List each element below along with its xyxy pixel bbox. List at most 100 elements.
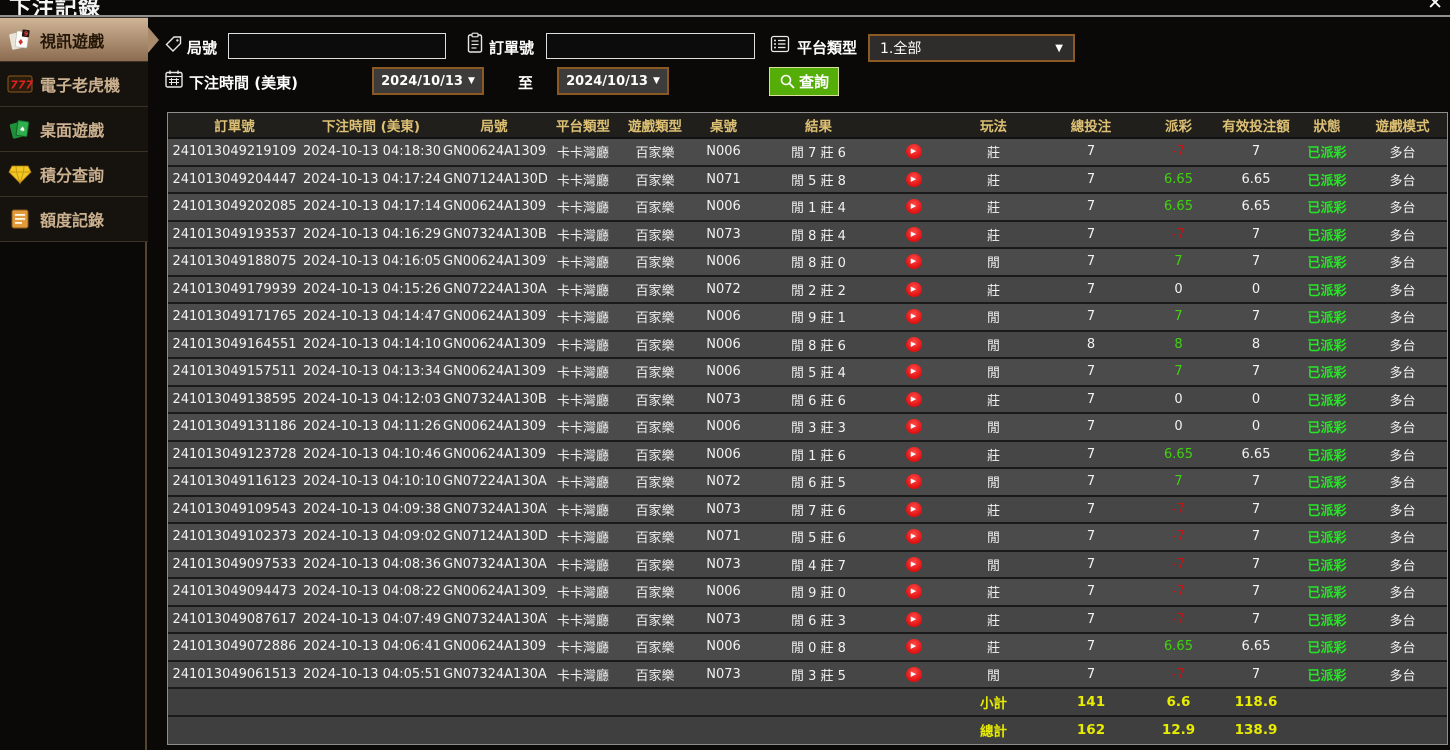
- cell-status: 已派彩: [1296, 524, 1358, 552]
- play-video-icon[interactable]: ▶: [905, 611, 922, 627]
- sidebar-item-points[interactable]: 積分查詢: [0, 152, 148, 197]
- cell-platform: 卡卡灣廳: [547, 551, 619, 579]
- date-from-picker[interactable]: 2024/10/13 ▼: [372, 67, 484, 95]
- cell-platform: 卡卡灣廳: [547, 166, 619, 194]
- order-no-input[interactable]: [546, 33, 755, 59]
- subtotal-row-total-bet: 141: [1041, 689, 1141, 717]
- cell-play_icon: ▶: [881, 496, 946, 524]
- date-to-picker[interactable]: 2024/10/13 ▼: [557, 67, 669, 95]
- cell-round: GN00624A1309S: [441, 331, 547, 359]
- col-header-play_icon: [881, 113, 946, 139]
- table-row: 241013049109543 2024-10-13 04:09:38 GN0732…: [168, 496, 1447, 524]
- col-header-total_bet: 總投注: [1041, 113, 1141, 139]
- cell-platform: 卡卡灣廳: [547, 194, 619, 222]
- cell-order: 241013049204447: [168, 166, 301, 194]
- play-video-icon[interactable]: ▶: [905, 391, 922, 407]
- play-video-icon[interactable]: ▶: [905, 199, 922, 215]
- play-video-icon[interactable]: ▶: [905, 281, 922, 297]
- search-button-label: 查詢: [798, 73, 829, 91]
- play-video-icon[interactable]: ▶: [905, 639, 922, 655]
- play-video-icon[interactable]: ▶: [905, 254, 922, 270]
- play-video-icon[interactable]: ▶: [905, 364, 922, 380]
- cell-game: 百家樂: [619, 469, 691, 497]
- cell-play_icon: ▶: [881, 551, 946, 579]
- sidebar-item-video-games[interactable]: 9 ♦ 視訊遊戲: [0, 17, 148, 62]
- grand-total-row-label: 總計: [946, 716, 1041, 744]
- play-video-icon[interactable]: ▶: [905, 666, 922, 682]
- cell-play: 莊: [946, 221, 1041, 249]
- cell-table_no: N006: [691, 194, 756, 222]
- cell-game: 百家樂: [619, 386, 691, 414]
- table-row: 241013049164551 2024-10-13 04:14:10 GN0062…: [168, 331, 1447, 359]
- sidebar-item-table-games[interactable]: ♠ 桌面遊戲: [0, 107, 148, 152]
- cell-time: 2024-10-13 04:16:29: [301, 221, 441, 249]
- play-video-icon[interactable]: ▶: [905, 309, 922, 325]
- play-video-icon[interactable]: ▶: [905, 419, 922, 435]
- cell-time: 2024-10-13 04:17:14: [301, 194, 441, 222]
- col-header-result: 結果: [756, 113, 881, 139]
- sidebar-item-slots[interactable]: 777 電子老虎機: [0, 62, 148, 107]
- cell-table_no: N006: [691, 139, 756, 167]
- chevron-down-icon: ▼: [467, 76, 475, 86]
- cell-play_icon: ▶: [881, 139, 946, 167]
- col-header-table_no: 桌號: [691, 113, 756, 139]
- grand-total-row-valid-bet: 138.9: [1216, 716, 1296, 744]
- play-video-icon[interactable]: ▶: [905, 446, 922, 462]
- play-video-icon[interactable]: ▶: [905, 529, 922, 545]
- cell-table_no: N006: [691, 441, 756, 469]
- cell-mode: 多台: [1358, 359, 1447, 387]
- col-header-order: 訂單號: [168, 113, 301, 139]
- cell-play: 莊: [946, 139, 1041, 167]
- cell-total_bet: 7: [1041, 551, 1141, 579]
- cell-play_icon: ▶: [881, 194, 946, 222]
- cell-total_bet: 7: [1041, 661, 1141, 689]
- cell-platform: 卡卡灣廳: [547, 661, 619, 689]
- grand-total-row-spacer: [168, 716, 946, 744]
- cell-platform: 卡卡灣廳: [547, 441, 619, 469]
- cell-play_icon: ▶: [881, 579, 946, 607]
- col-header-game: 遊戲類型: [619, 113, 691, 139]
- cell-mode: 多台: [1358, 441, 1447, 469]
- svg-text:♠: ♠: [19, 125, 26, 134]
- cell-time: 2024-10-13 04:09:02: [301, 524, 441, 552]
- cell-payout: 8: [1141, 331, 1216, 359]
- round-no-input[interactable]: [228, 33, 446, 59]
- sidebar-item-quota-records[interactable]: 額度記錄: [0, 197, 148, 242]
- cell-play_icon: ▶: [881, 166, 946, 194]
- cell-platform: 卡卡灣廳: [547, 414, 619, 442]
- play-video-icon[interactable]: ▶: [905, 226, 922, 242]
- cell-platform: 卡卡灣廳: [547, 634, 619, 662]
- cell-mode: 多台: [1358, 551, 1447, 579]
- order-no-label: 訂單號: [489, 39, 535, 57]
- cell-mode: 多台: [1358, 166, 1447, 194]
- cell-round: GN00624A1309O: [441, 414, 547, 442]
- cell-order: 241013049123728: [168, 441, 301, 469]
- cell-table_no: N073: [691, 551, 756, 579]
- cell-round: GN07224A130AB: [441, 469, 547, 497]
- platform-type-select[interactable]: 1.全部 ▼: [868, 34, 1075, 62]
- play-video-icon[interactable]: ▶: [905, 584, 922, 600]
- cell-result: 閒 7 莊 6: [756, 139, 881, 167]
- play-video-icon[interactable]: ▶: [905, 336, 922, 352]
- play-video-icon[interactable]: ▶: [905, 501, 922, 517]
- cell-game: 百家樂: [619, 606, 691, 634]
- table-row: 241013049202085 2024-10-13 04:17:14 GN0062…: [168, 194, 1447, 222]
- bet-time-label: 下注時間 (美東): [189, 74, 298, 92]
- cards-icon: 9 ♦: [7, 28, 33, 52]
- tag-icon: [164, 34, 184, 58]
- play-video-icon[interactable]: ▶: [905, 144, 922, 160]
- cell-status: 已派彩: [1296, 304, 1358, 332]
- cell-mode: 多台: [1358, 249, 1447, 277]
- table-row: 241013049193537 2024-10-13 04:16:29 GN0732…: [168, 221, 1447, 249]
- cell-order: 241013049109543: [168, 496, 301, 524]
- close-icon[interactable]: ✕: [1427, 0, 1443, 13]
- bet-records-table: 訂單號 下注時間 (美東) 局號 平台類型 遊戲類型 桌號 結果 玩法 總投注 派彩 有效投注額 狀態…: [167, 112, 1448, 745]
- search-button[interactable]: 查詢: [769, 67, 839, 96]
- subtotal-row-spacer-end: [1296, 689, 1447, 717]
- cell-result: 閒 5 莊 8: [756, 166, 881, 194]
- play-video-icon[interactable]: ▶: [905, 171, 922, 187]
- cell-result: 閒 3 莊 5: [756, 661, 881, 689]
- play-video-icon[interactable]: ▶: [905, 556, 922, 572]
- cell-game: 百家樂: [619, 496, 691, 524]
- play-video-icon[interactable]: ▶: [905, 474, 922, 490]
